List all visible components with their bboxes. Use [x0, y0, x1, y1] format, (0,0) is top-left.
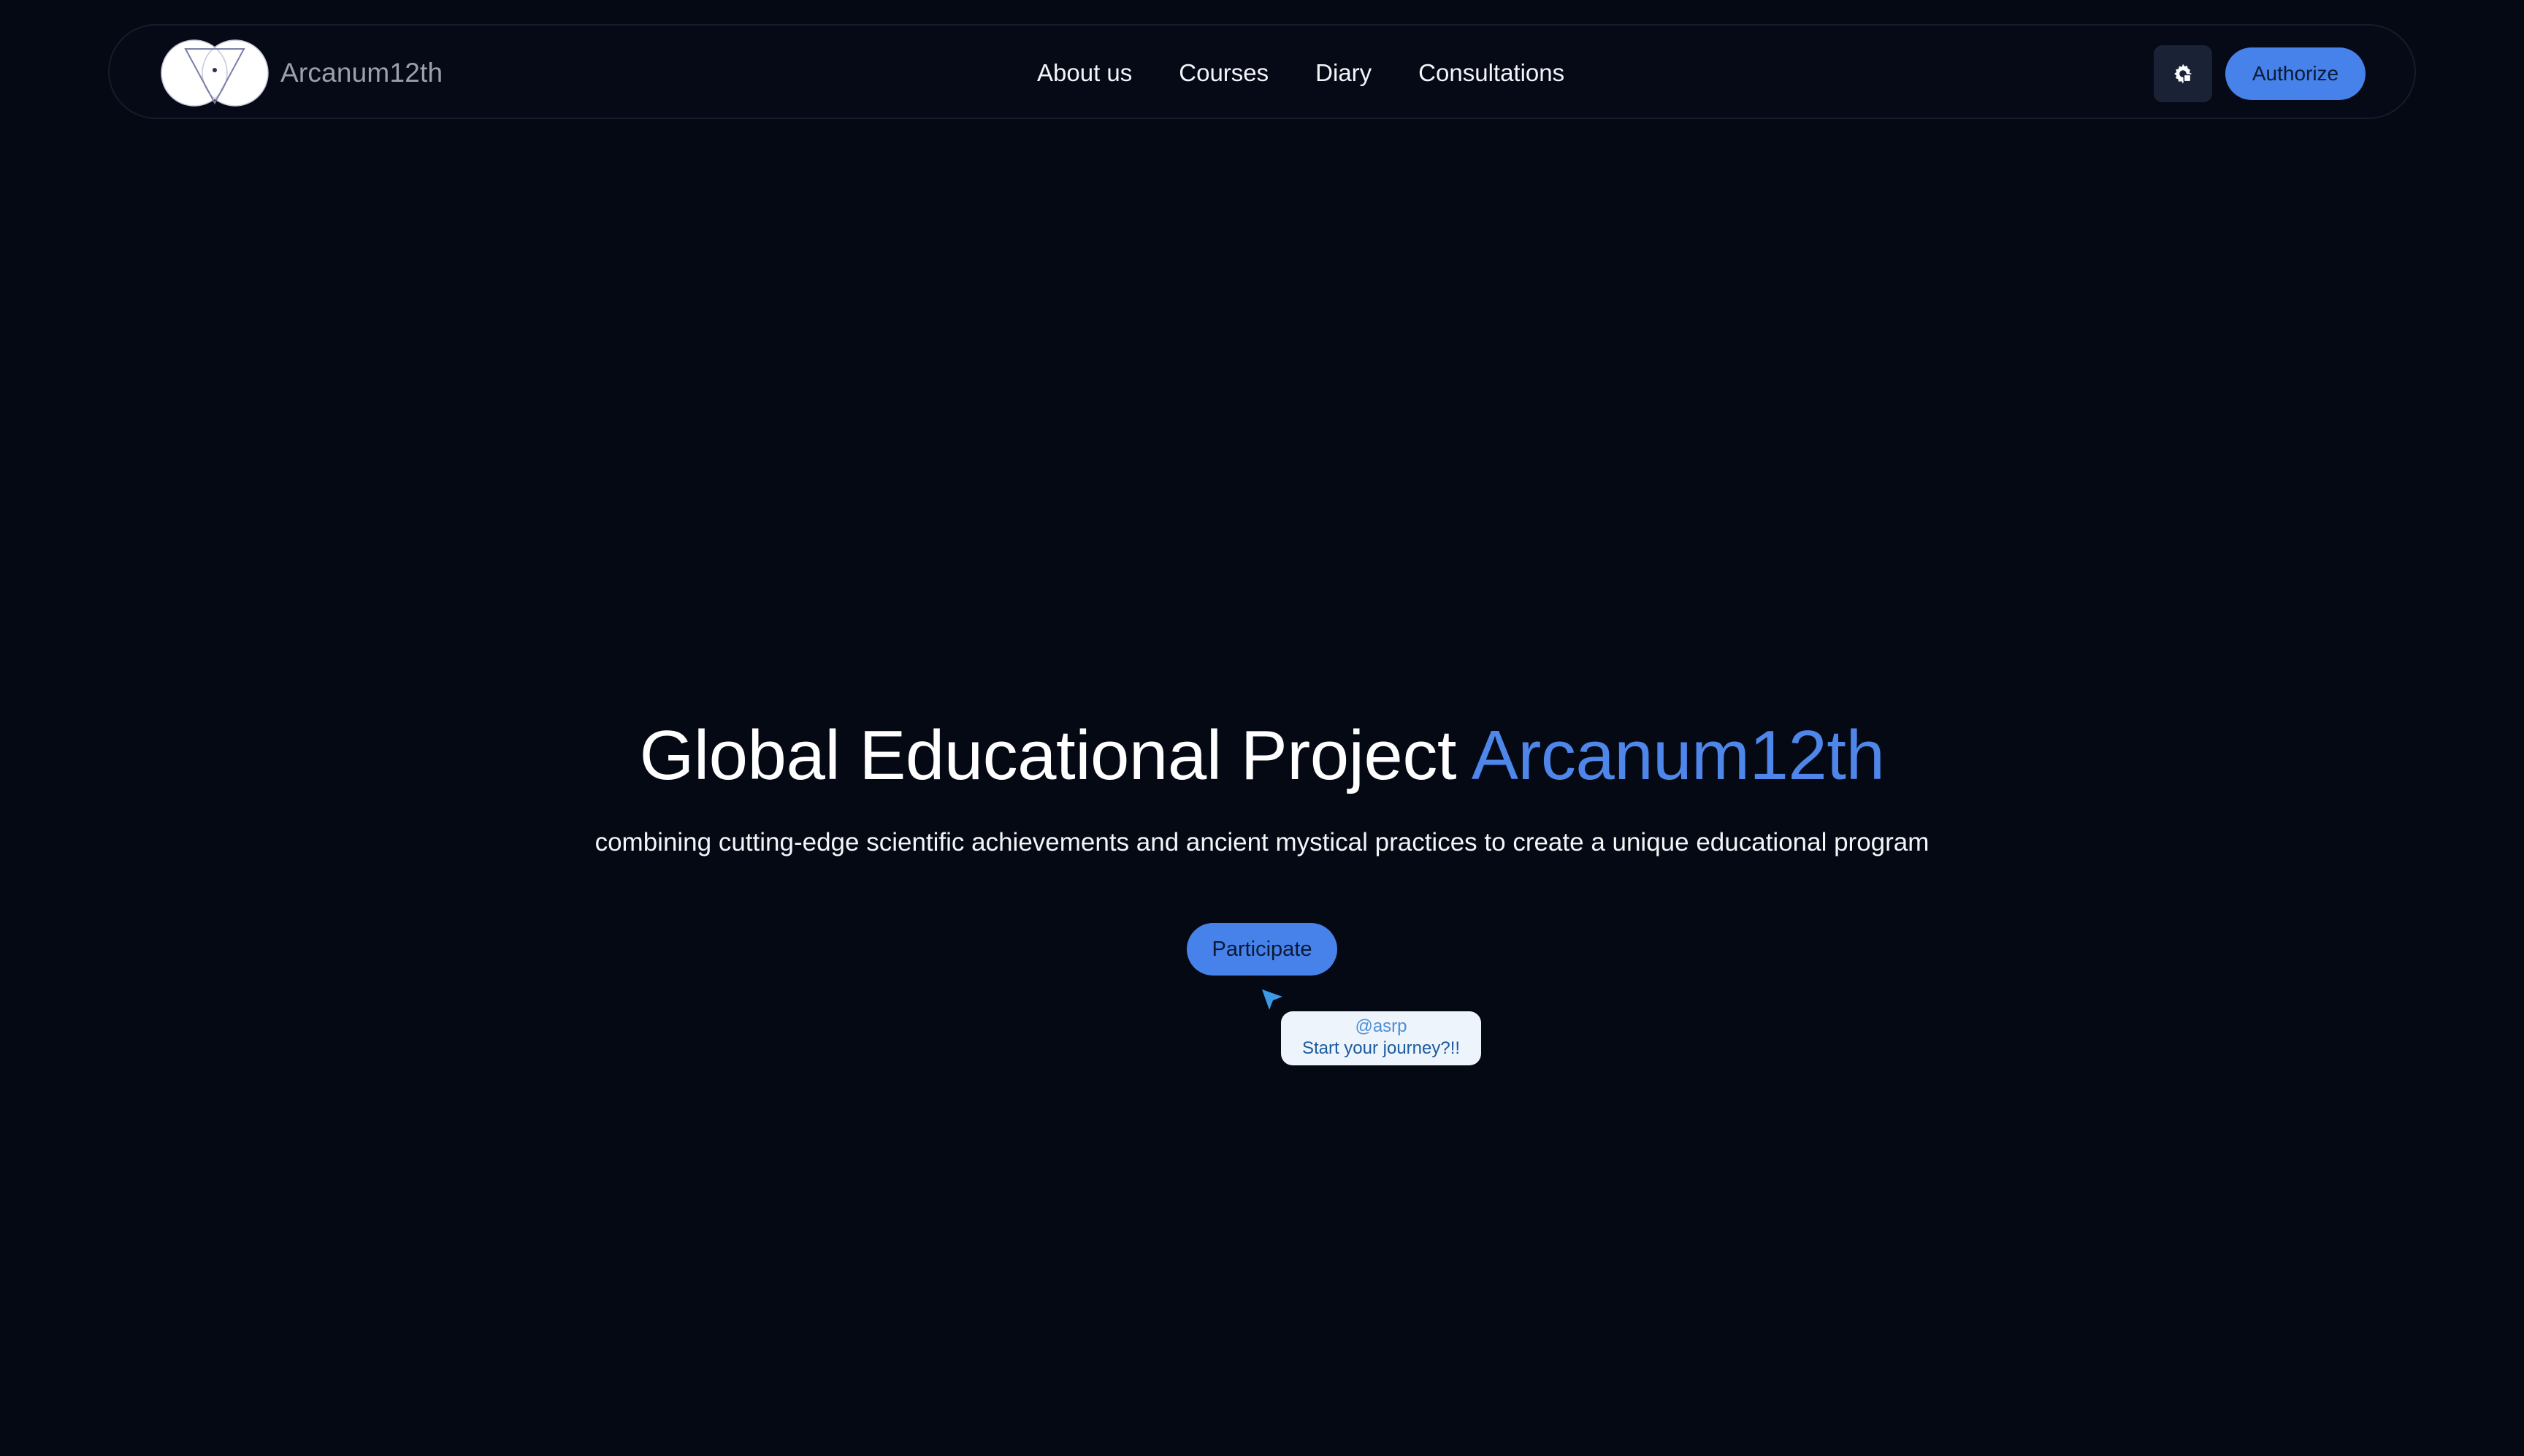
- gear-icon: [2174, 64, 2192, 84]
- nav-diary[interactable]: Diary: [1315, 59, 1372, 87]
- hero-title-highlight: Arcanum12th: [1471, 716, 1885, 794]
- logo-icon: [161, 39, 269, 107]
- settings-button[interactable]: [2154, 45, 2212, 102]
- navbar: Arcanum12th About us Courses Diary Consu…: [108, 24, 2416, 119]
- page: Arcanum12th About us Courses Diary Consu…: [0, 0, 2524, 1456]
- main-nav: About us Courses Diary Consultations: [1037, 26, 1564, 120]
- cursor-pointer-icon: [1262, 989, 1282, 1010]
- cursor-tooltip: @asrp Start your journey?!!: [1281, 1011, 1481, 1065]
- authorize-button[interactable]: Authorize: [2225, 47, 2366, 100]
- tooltip-username: @asrp: [1355, 1016, 1407, 1036]
- brand-name: Arcanum12th: [280, 58, 443, 88]
- nav-about-us[interactable]: About us: [1037, 59, 1132, 87]
- participate-button[interactable]: Participate: [1187, 923, 1337, 976]
- hero-subtitle: combining cutting-edge scientific achiev…: [594, 828, 1930, 857]
- tooltip-message: Start your journey?!!: [1301, 1038, 1461, 1058]
- brand-link[interactable]: Arcanum12th: [161, 39, 443, 107]
- hero-title: Global Educational Project Arcanum12th: [0, 716, 2524, 796]
- nav-consultations[interactable]: Consultations: [1418, 59, 1564, 87]
- nav-courses[interactable]: Courses: [1179, 59, 1269, 87]
- hero-title-prefix: Global Educational Project: [639, 716, 1472, 794]
